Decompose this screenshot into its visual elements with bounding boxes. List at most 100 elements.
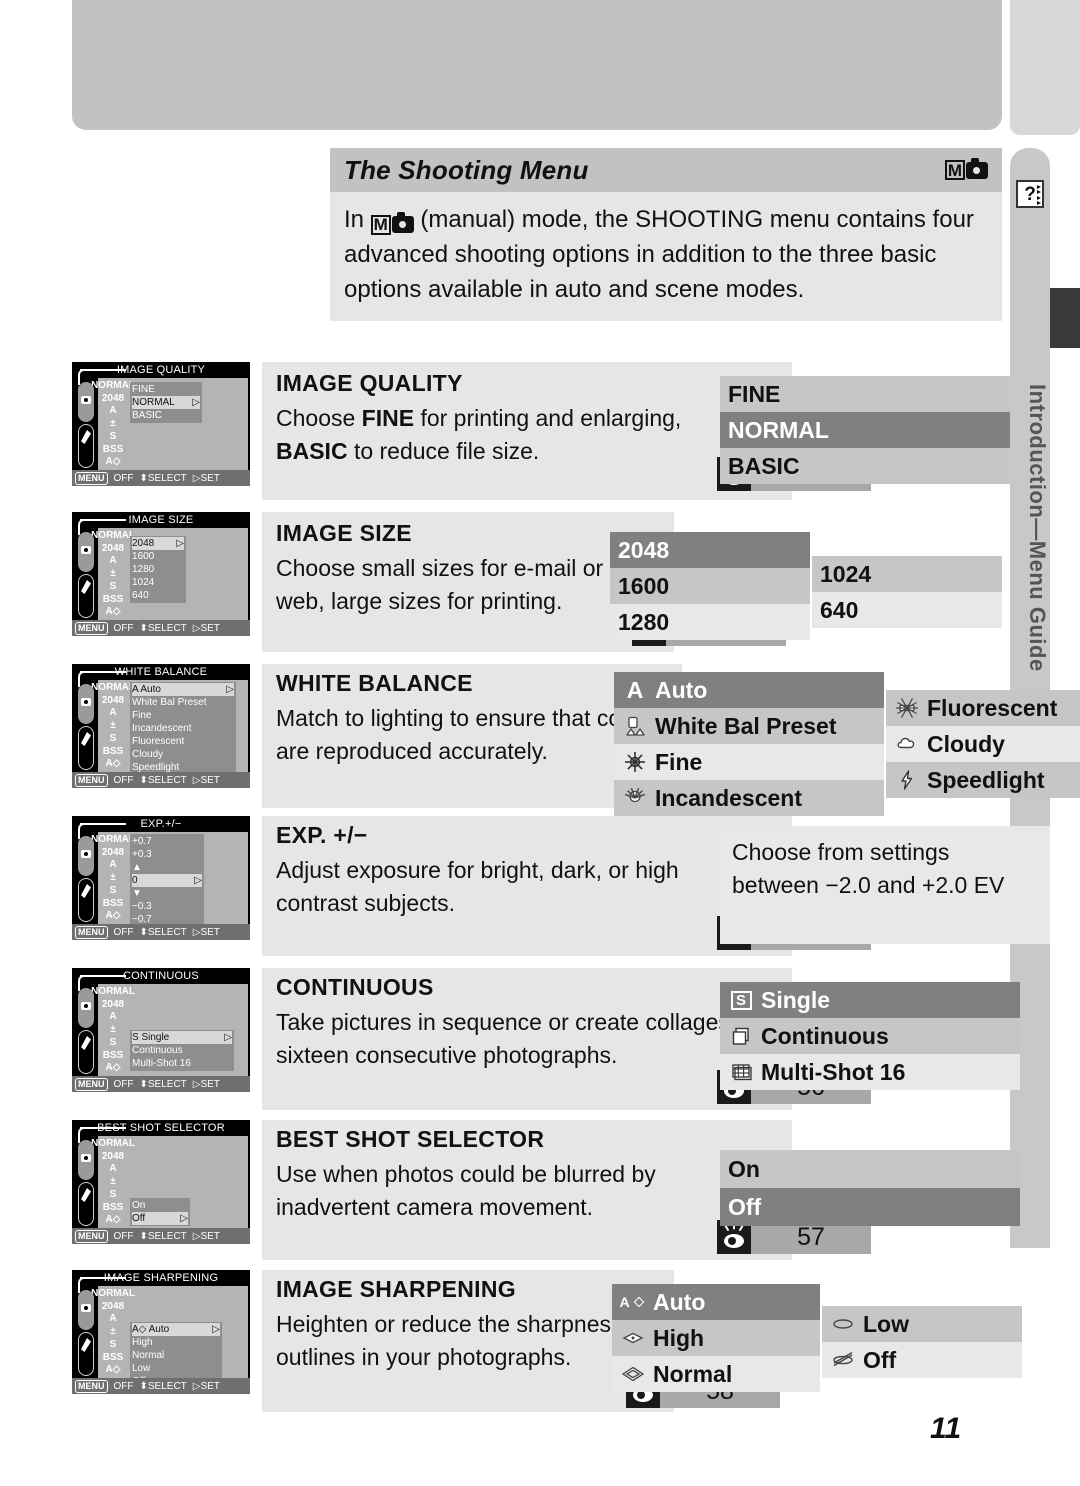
lcd-select-label: ⬍SELECT [139,1230,187,1242]
lcd-off-label: OFF [113,926,134,938]
option-label: Incandescent [655,784,802,811]
incandescent-icon [622,786,648,810]
option-image-sharpening-col1-0[interactable]: A Auto [612,1284,820,1320]
option-image-quality-col1-2[interactable]: BASIC [720,448,1010,484]
lcd-menu-list: A Auto ▷ White Bal Preset Fine Incandescent F… [130,682,236,775]
lcd-mode-rail [78,1140,94,1226]
lcd-menu-list: FINE NORMAL ▷ BASIC [130,382,202,423]
option-white-balance-col1-2[interactable]: Fine [614,744,884,780]
lcd-select-label: ⬍SELECT [139,472,187,484]
lcd-menu-item: 1280 [132,564,155,575]
question-book-icon: ? [1016,180,1044,208]
entry-body: Choose FINE for printing and enlarging, … [276,405,682,464]
option-white-balance-col1-0[interactable]: A Auto [614,672,884,708]
lcd-menu-item: +0.3 [132,849,152,860]
lcd-menu-key: MENU [75,1077,108,1091]
camera-lcd-image-sharpening: IMAGE SHARPENING NORMAL 2048 A ± S BSS A◇ A◇ Aut… [72,1270,250,1394]
option-white-balance-col2-0[interactable]: Fluorescent [886,690,1080,726]
lcd-status-icons: NORMAL 2048 A ± S BSS A◇ [91,379,135,468]
description-exp-plus-minus: EXP. +/− Adjust exposure for bright, dark… [262,816,871,956]
entry-title: BEST SHOT SELECTOR [276,1126,545,1152]
option-white-balance-col1-3[interactable]: Incandescent [614,780,884,816]
lcd-select-label: ⬍SELECT [139,622,187,634]
lcd-menu-list: +0.7 +0.3 ▲ 0 ▷ ▼ −0.3 −0.7 [130,834,204,927]
option-label: Normal [653,1360,733,1387]
low-sharpen-icon [830,1312,856,1336]
lcd-menu-key: MENU [75,925,108,939]
option-white-balance-col1-1[interactable]: White Bal Preset [614,708,884,744]
continuous-frames-icon [728,1024,754,1048]
lcd-off-label: OFF [113,472,134,484]
lcd-wrapper-white-balance: WHITE BALANCE NORMAL 2048 A ± S BSS A◇ A Auto ▷ Wh… [72,664,250,788]
option-continuous-col1-1[interactable]: Continuous [720,1018,1020,1054]
lcd-menu-key: MENU [75,1229,108,1243]
option-image-size-col1-1[interactable]: 1600 [610,568,810,604]
lcd-mode-rail [78,1290,94,1376]
option-image-quality-col1-0[interactable]: FINE [720,376,1010,412]
lcd-select-label: ⬍SELECT [139,926,187,938]
lcd-off-label: OFF [113,774,134,786]
lcd-select-label: ⬍SELECT [139,1078,187,1090]
lcd-menu-item: Fine [132,710,152,721]
option-image-size-col2-1[interactable]: 640 [812,592,1002,628]
lcd-menu-key: MENU [75,471,108,485]
option-image-size-col2-0[interactable]: 1024 [812,556,1002,592]
option-white-balance-col2-1[interactable]: Cloudy [886,726,1080,762]
camera-lcd-image-quality: IMAGE QUALITY NORMAL 2048 A ± S BSS A◇ FINE NORMA… [72,362,250,486]
option-label: FINE [728,380,781,407]
lcd-menu-item: 2048 ▷ [132,537,184,550]
lcd-set-label: ▷SET [192,774,220,786]
option-image-size-col1-0[interactable]: 2048 [610,532,810,568]
option-label: White Bal Preset [655,712,837,739]
option-label: 1024 [820,560,872,587]
option-image-quality-col1-1[interactable]: NORMAL [720,412,1010,448]
option-label: NORMAL [728,416,829,443]
lcd-title: WHITE BALANCE [114,666,208,678]
option-image-sharpening-col2-1[interactable]: Off [822,1342,1022,1378]
option-label: Speedlight [927,766,1045,793]
lcd-menu-item: White Bal Preset [132,697,207,708]
option-continuous-col1-2[interactable]: Multi-Shot 16 [720,1054,1020,1090]
lcd-status-icons: NORMAL 2048 A ± S BSS A◇ [91,985,135,1074]
option-image-size-col1-2[interactable]: 1280 [610,604,810,640]
header-body: In M (manual) mode, the SHOOTING menu co… [330,192,1002,321]
option-image-sharpening-col2-0[interactable]: Low [822,1306,1022,1342]
lcd-menu-item: Incandescent [132,723,192,734]
lcd-status-icons: NORMAL 2048 A ± S BSS A◇ [91,681,135,770]
auto-sharpen-icon: A [619,1294,646,1310]
lcd-menu-item: A Auto ▷ [132,683,234,696]
single-frame-icon: S [728,990,754,1010]
page-title: The Shooting Menu [344,154,589,185]
lcd-menu-item: 0 ▷ [132,874,202,887]
option-panel-image-size-col2: 1024 640 [812,556,1002,628]
camera-lcd-best-shot-selector: BEST SHOT SELECTOR NORMAL 2048 A ± S BSS A◇ On Of… [72,1120,250,1244]
option-white-balance-col2-2[interactable]: Speedlight [886,762,1080,798]
lcd-menu-list: S Single ▷ Continuous Multi-Shot 16 [130,1030,234,1071]
lcd-menu-item: Continuous [132,1045,183,1056]
entry-title: IMAGE SIZE [276,520,412,546]
page-top-band [72,0,1002,130]
lcd-menu-item: ▼ [132,888,142,899]
lcd-select-label: ⬍SELECT [139,1380,187,1392]
lcd-status-icons: NORMAL 2048 A ± S BSS A◇ [91,833,135,922]
lcd-mode-rail [78,684,94,770]
option-image-sharpening-col1-1[interactable]: High [612,1320,820,1356]
high-sharpen-icon [620,1326,646,1350]
entry-title: IMAGE QUALITY [276,370,463,396]
lcd-footer: MENU OFF ⬍SELECT ▷SET [72,1228,250,1244]
lcd-set-label: ▷SET [192,622,220,634]
option-image-sharpening-col1-2[interactable]: Normal [612,1356,820,1392]
lcd-wrapper-image-sharpening: IMAGE SHARPENING NORMAL 2048 A ± S BSS A◇ A◇ Aut… [72,1270,250,1394]
option-label: High [653,1324,705,1351]
note-exp-plus-minus: Choose from settings between −2.0 and +2… [720,826,1050,944]
option-best-shot-selector-col1-1[interactable]: Off [720,1188,1020,1226]
description-continuous: CONTINUOUS Take pictures in sequence or c… [262,968,871,1110]
entry-title: EXP. +/− [276,822,368,848]
lcd-menu-item: A◇ Auto ▷ [132,1323,220,1336]
option-best-shot-selector-col1-0[interactable]: On [720,1150,1020,1188]
option-panel-image-sharpening-col1: A Auto High Normal [612,1284,820,1392]
option-continuous-col1-0[interactable]: S Single [720,982,1020,1018]
manual-mode-icon-inline: M [370,212,414,235]
option-panel-white-balance-col1: A Auto White Bal Preset Fine Incandescent [614,672,884,816]
camera-lcd-image-size: IMAGE SIZE NORMAL 2048 A ± S BSS A◇ 2048 ▷ 1600 128… [72,512,250,636]
